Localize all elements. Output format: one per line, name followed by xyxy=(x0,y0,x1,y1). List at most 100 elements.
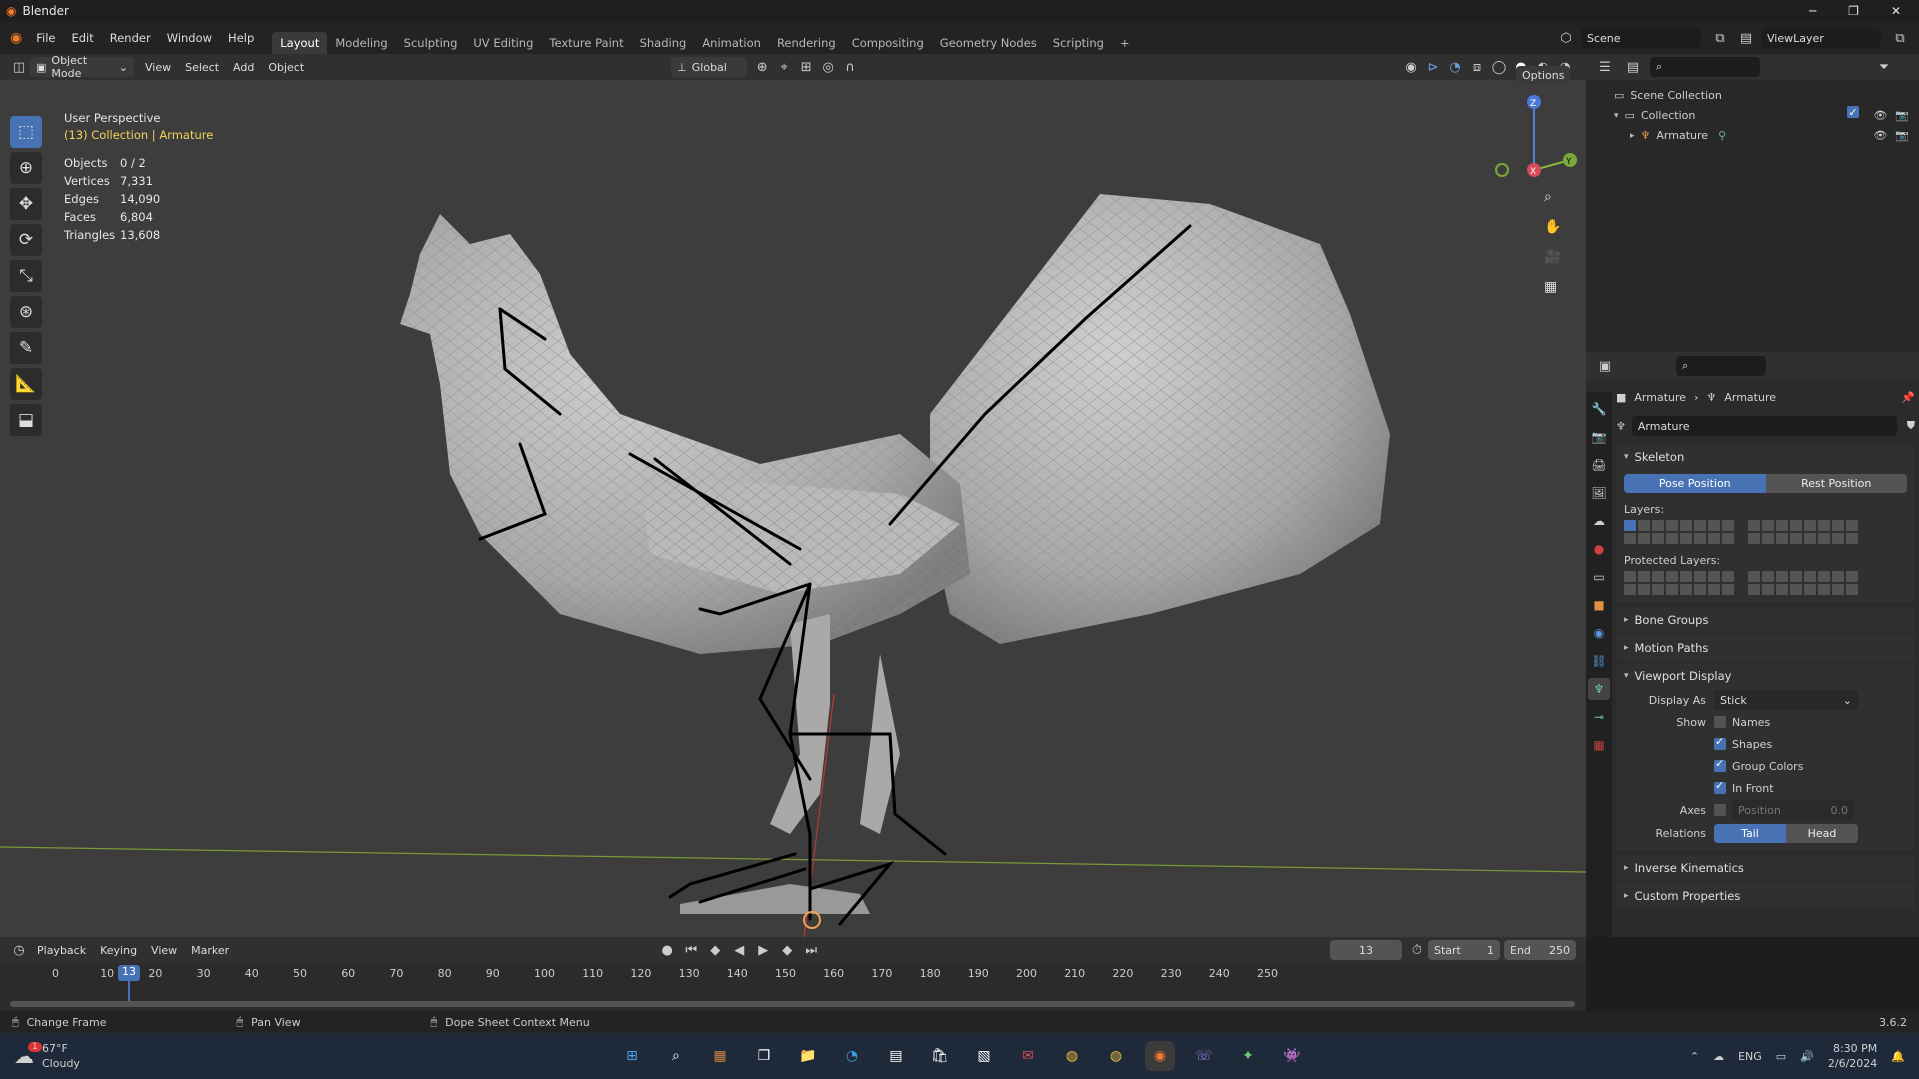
view-layer-selector[interactable]: ViewLayer xyxy=(1761,28,1881,48)
in-front-checkbox[interactable] xyxy=(1714,779,1726,794)
relations-head-button[interactable]: Head xyxy=(1786,823,1858,843)
end-frame-field[interactable]: End 250 xyxy=(1504,940,1576,960)
bone-tab-icon[interactable]: ⊸ xyxy=(1588,706,1610,728)
network-icon[interactable]: ▭ xyxy=(1776,1050,1786,1063)
outliner-search-input[interactable]: ⌕ xyxy=(1650,57,1760,77)
new-scene-icon[interactable]: ⧉ xyxy=(1709,28,1731,48)
tab-compositing[interactable]: Compositing xyxy=(844,32,932,54)
skeleton-panel-header[interactable]: ▾ Skeleton xyxy=(1616,444,1915,470)
pin-icon[interactable]: 📌 xyxy=(1901,391,1915,404)
collection-tab-icon[interactable]: ▭ xyxy=(1588,566,1610,588)
menu-playback[interactable]: Playback xyxy=(30,944,93,957)
tab-shading[interactable]: Shading xyxy=(632,32,695,54)
navigation-gizmo[interactable]: Z Y X ⌕ ✋ 🎥 ▦ xyxy=(1478,90,1578,295)
menu-edit[interactable]: Edit xyxy=(63,31,101,45)
tab-modeling[interactable]: Modeling xyxy=(327,32,395,54)
scene-collection-row[interactable]: ▭ Scene Collection xyxy=(1614,86,1919,106)
tool-tab-icon[interactable]: 🔧 xyxy=(1588,398,1610,420)
view-layer-icon[interactable]: ▤ xyxy=(1735,28,1757,48)
tab-geometry-nodes[interactable]: Geometry Nodes xyxy=(932,32,1045,54)
display-as-dropdown[interactable]: Stick ⌄ xyxy=(1714,690,1858,710)
expand-icon[interactable]: ▸ xyxy=(1630,126,1635,146)
group-colors-checkbox[interactable] xyxy=(1714,757,1726,772)
notifications-icon[interactable]: 🔔 xyxy=(1891,1050,1905,1063)
scene-icon[interactable]: ⬡ xyxy=(1555,28,1577,48)
relations-tail-button[interactable]: Tail xyxy=(1714,823,1786,843)
prev-keyframe-icon[interactable]: ◆ xyxy=(704,940,726,960)
timeline-editor-icon[interactable]: ◷ xyxy=(8,940,30,960)
app-icon[interactable]: ✦ xyxy=(1233,1041,1263,1071)
motion-paths-panel[interactable]: ▸ Motion Paths xyxy=(1616,635,1915,661)
edge-icon[interactable]: ◔ xyxy=(837,1041,867,1071)
ortho-grid-icon[interactable]: ▦ xyxy=(1544,272,1561,302)
clock[interactable]: 8:30 PM 2/6/2024 xyxy=(1828,1041,1877,1071)
viewport-display-header[interactable]: ▾ Viewport Display xyxy=(1616,663,1915,689)
store-icon[interactable]: 🛍 xyxy=(925,1041,955,1071)
playhead-label[interactable]: 13 xyxy=(118,965,140,981)
start-icon[interactable]: ⊞ xyxy=(617,1041,647,1071)
play-reverse-icon[interactable]: ◀ xyxy=(728,940,750,960)
preview-range-icon[interactable]: ⏱ xyxy=(1406,940,1428,960)
maximize-button[interactable]: ❐ xyxy=(1848,4,1859,18)
blender-menu-icon[interactable]: ◉ xyxy=(10,30,22,46)
eye-icon[interactable]: 👁 xyxy=(1873,126,1887,146)
pose-position-button[interactable]: Pose Position xyxy=(1624,474,1766,493)
object-tab-icon[interactable]: ■ xyxy=(1588,594,1610,616)
armature-data-tab-icon[interactable]: ♆ xyxy=(1588,678,1610,700)
jump-end-icon[interactable]: ⏭ xyxy=(800,940,822,960)
notes-icon[interactable]: ▤ xyxy=(881,1041,911,1071)
eye-icon[interactable]: 👁 xyxy=(1873,106,1887,126)
menu-window[interactable]: Window xyxy=(159,31,220,45)
tab-scripting[interactable]: Scripting xyxy=(1045,32,1112,54)
menu-render[interactable]: Render xyxy=(102,31,159,45)
world-tab-icon[interactable]: ● xyxy=(1588,538,1610,560)
armature-name-field[interactable]: Armature xyxy=(1631,416,1897,436)
next-keyframe-icon[interactable]: ◆ xyxy=(776,940,798,960)
record-icon[interactable]: ● xyxy=(656,940,678,960)
rest-position-button[interactable]: Rest Position xyxy=(1765,474,1907,493)
minimize-button[interactable]: ─ xyxy=(1809,4,1816,18)
viber-icon[interactable]: ☏ xyxy=(1189,1041,1219,1071)
start-frame-field[interactable]: Start 1 xyxy=(1428,940,1500,960)
play-icon[interactable]: ▶ xyxy=(752,940,774,960)
language-indicator[interactable]: ENG xyxy=(1738,1050,1762,1063)
task-view-icon[interactable]: ❐ xyxy=(749,1041,779,1071)
tab-uv-editing[interactable]: UV Editing xyxy=(465,32,541,54)
onedrive-icon[interactable]: ☁ xyxy=(1713,1050,1724,1063)
shapes-checkbox[interactable] xyxy=(1714,735,1726,750)
tab-texture-paint[interactable]: Texture Paint xyxy=(541,32,631,54)
current-frame-field[interactable]: 13 xyxy=(1330,940,1402,960)
tab-rendering[interactable]: Rendering xyxy=(769,32,844,54)
names-checkbox[interactable] xyxy=(1714,716,1726,728)
chrome-icon[interactable]: ◍ xyxy=(1057,1041,1087,1071)
blender-task-icon[interactable]: ◉ xyxy=(1144,1041,1175,1071)
protected-layers-grid[interactable] xyxy=(1616,571,1915,595)
output-tab-icon[interactable]: 🖨 xyxy=(1588,454,1610,476)
tab-layout[interactable]: Layout xyxy=(272,32,328,54)
game-icon[interactable]: 👾 xyxy=(1277,1041,1307,1071)
collection-row[interactable]: ▾ ▭ Collection 👁 📷 xyxy=(1614,103,1919,126)
layers-grid[interactable] xyxy=(1616,520,1915,544)
menu-marker[interactable]: Marker xyxy=(184,944,236,957)
armature-data-icon[interactable]: ♆ xyxy=(1616,420,1626,433)
scene-render[interactable] xyxy=(0,54,1586,937)
jump-start-icon[interactable]: ⏮ xyxy=(680,940,702,960)
camera-icon[interactable]: 📷 xyxy=(1895,126,1909,146)
tab-sculpting[interactable]: Sculpting xyxy=(396,32,466,54)
menu-help[interactable]: Help xyxy=(220,31,262,45)
file-explorer-icon[interactable]: 📁 xyxy=(793,1041,823,1071)
menu-timeline-view[interactable]: View xyxy=(144,944,184,957)
texture-tab-icon[interactable]: ▦ xyxy=(1588,734,1610,756)
menu-keying[interactable]: Keying xyxy=(93,944,144,957)
render-tab-icon[interactable]: 📷 xyxy=(1588,426,1610,448)
close-button[interactable]: ✕ xyxy=(1891,4,1901,18)
menu-file[interactable]: File xyxy=(28,31,63,45)
chrome-profile-icon[interactable]: ◍ xyxy=(1101,1041,1131,1071)
inverse-kinematics-panel[interactable]: ▸ Inverse Kinematics xyxy=(1616,855,1915,881)
new-view-layer-icon[interactable]: ⧉ xyxy=(1889,28,1911,48)
filter-icon[interactable]: ⏷ xyxy=(1873,57,1895,77)
scene-selector[interactable]: Scene xyxy=(1581,28,1701,48)
axes-position-field[interactable]: Position 0.0 xyxy=(1732,800,1854,820)
search-icon[interactable]: ⌕ xyxy=(661,1041,691,1071)
fake-user-icon[interactable]: ⛊ xyxy=(1907,419,1915,433)
